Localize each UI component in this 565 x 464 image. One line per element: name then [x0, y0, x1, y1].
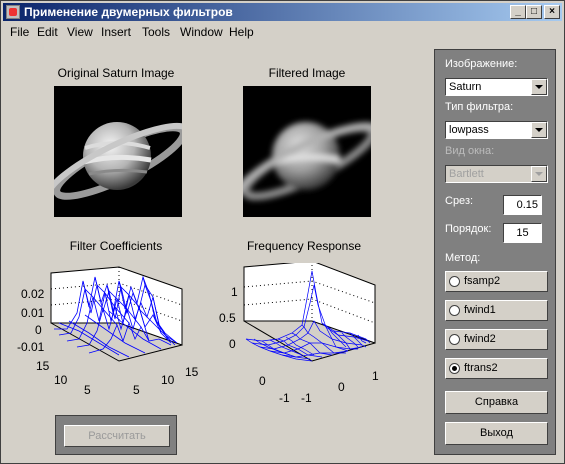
- coef-plot-title: Filter Coefficients: [69, 239, 163, 253]
- filtered-saturn-image: [243, 86, 371, 217]
- method-radio-fwind1[interactable]: fwind1: [445, 300, 548, 321]
- window-title: Применение двумерных фильтров: [24, 5, 233, 19]
- chevron-down-icon[interactable]: [531, 122, 547, 138]
- freq-ztick: 0: [229, 337, 236, 351]
- coef-ytick: 15: [36, 359, 50, 373]
- freq-xtick: 1: [372, 369, 379, 383]
- original-image-title: Original Saturn Image: [57, 66, 175, 80]
- filtered-image-title: Filtered Image: [268, 66, 346, 80]
- maximize-button[interactable]: □: [526, 5, 542, 19]
- cutoff-input[interactable]: 0.15: [503, 195, 542, 215]
- app-icon: [6, 5, 20, 19]
- radio-icon: [449, 276, 460, 287]
- freq-ytick: -1: [279, 391, 290, 405]
- menu-insert[interactable]: Insert: [101, 25, 131, 39]
- radio-selected-icon: [449, 363, 460, 374]
- method-label: Метод:: [445, 252, 481, 264]
- filter-type-select-value: lowpass: [449, 124, 489, 136]
- freq-ztick: 1: [231, 285, 238, 299]
- method-radio-label: fwind2: [464, 333, 496, 345]
- method-radio-label: fsamp2: [464, 275, 501, 287]
- cutoff-label: Срез:: [445, 195, 474, 207]
- help-button[interactable]: Справка: [445, 391, 548, 414]
- coef-xtick: 5: [133, 383, 140, 397]
- freq-xtick: -1: [301, 391, 312, 405]
- method-radio-fsamp2[interactable]: fsamp2: [445, 271, 548, 292]
- menu-file[interactable]: File: [10, 25, 29, 39]
- freq-plot-title: Frequency Response: [246, 239, 362, 253]
- menu-tools[interactable]: Tools: [142, 25, 170, 39]
- menu-bar: File Edit View Insert Tools Window Help: [3, 22, 562, 41]
- menu-window[interactable]: Window: [180, 25, 223, 39]
- chevron-down-icon[interactable]: [531, 79, 547, 95]
- window-type-label: Вид окна:: [445, 145, 495, 157]
- control-panel: Изображение: Saturn Тип фильтра: lowpass…: [434, 49, 556, 455]
- coef-ytick: 5: [84, 383, 91, 397]
- close-button[interactable]: ×: [544, 5, 560, 19]
- menu-view[interactable]: View: [67, 25, 93, 39]
- freq-xtick: 0: [338, 380, 345, 394]
- exit-button[interactable]: Выход: [445, 422, 548, 445]
- coef-xtick: 15: [185, 365, 199, 379]
- coef-ztick: -0.01: [17, 340, 45, 354]
- filter-coefficients-plot: [50, 266, 183, 362]
- method-radio-label: fwind1: [464, 304, 496, 316]
- coef-ztick: 0.02: [21, 287, 45, 301]
- method-radio-label: ftrans2: [464, 362, 498, 374]
- coef-ztick: 0: [35, 323, 42, 337]
- radio-icon: [449, 334, 460, 345]
- coef-ytick: 10: [54, 373, 68, 387]
- app-window: Применение двумерных фильтров _ □ × File…: [0, 0, 565, 464]
- menu-edit[interactable]: Edit: [37, 25, 58, 39]
- window-type-select-value: Bartlett: [449, 168, 484, 180]
- compute-frame: Рассчитать: [55, 415, 177, 455]
- order-input[interactable]: 15: [503, 223, 542, 243]
- freq-ytick: 0: [259, 374, 266, 388]
- title-bar: Применение двумерных фильтров _ □ ×: [3, 3, 562, 21]
- method-radio-ftrans2[interactable]: ftrans2: [445, 358, 548, 379]
- coef-xtick: 10: [161, 373, 175, 387]
- image-select-value: Saturn: [449, 81, 482, 93]
- filter-type-label: Тип фильтра:: [445, 101, 514, 113]
- coef-ztick: 0.01: [21, 306, 45, 320]
- image-select[interactable]: Saturn: [445, 78, 548, 96]
- image-label: Изображение:: [445, 58, 518, 70]
- frequency-response-plot: [243, 263, 376, 362]
- plot-area: Original Saturn Image Filtered Image Fil…: [1, 41, 421, 463]
- menu-help[interactable]: Help: [229, 25, 254, 39]
- chevron-down-icon[interactable]: [531, 166, 547, 182]
- filter-type-select[interactable]: lowpass: [445, 121, 548, 139]
- freq-ztick: 0.5: [219, 311, 236, 325]
- compute-button[interactable]: Рассчитать: [64, 425, 170, 447]
- original-saturn-image: [54, 86, 182, 217]
- minimize-button[interactable]: _: [510, 5, 526, 19]
- window-type-select[interactable]: Bartlett: [445, 165, 548, 183]
- method-radio-fwind2[interactable]: fwind2: [445, 329, 548, 350]
- radio-icon: [449, 305, 460, 316]
- order-label: Порядок:: [445, 223, 492, 235]
